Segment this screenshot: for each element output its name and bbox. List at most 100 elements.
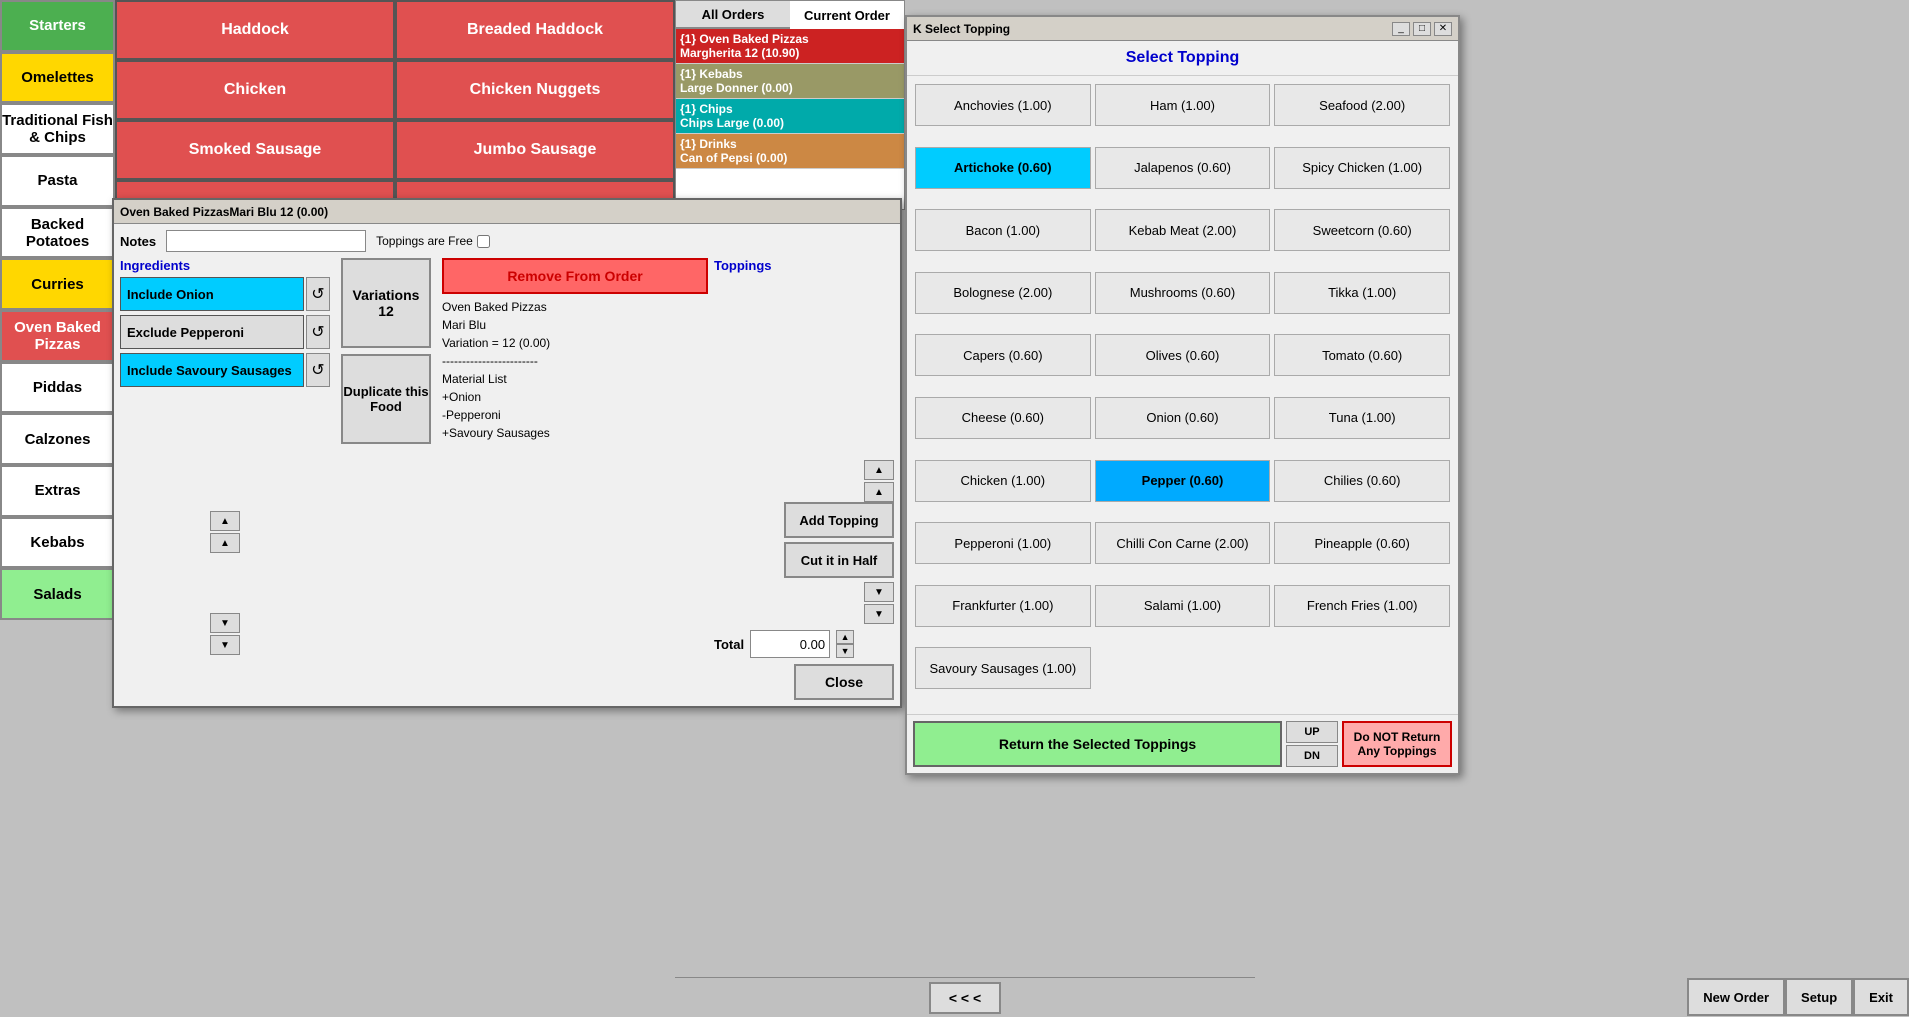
sidebar-item-omelettes[interactable]: Omelettes xyxy=(0,52,115,104)
order-item[interactable]: {1} Drinks Can of Pepsi (0.00) xyxy=(676,134,904,169)
topping-item[interactable]: French Fries (1.00) xyxy=(1274,585,1450,627)
notes-label: Notes xyxy=(120,234,156,249)
topping-item[interactable]: Tomato (0.60) xyxy=(1274,334,1450,376)
sidebar-item-starters[interactable]: Starters xyxy=(0,0,115,52)
ingredient-swap-button[interactable]: ↺ xyxy=(306,277,330,311)
topping-item[interactable]: Tikka (1.00) xyxy=(1274,272,1450,314)
setup-button[interactable]: Setup xyxy=(1785,978,1853,1016)
scroll-up-btn2[interactable]: ▲ xyxy=(210,533,240,553)
topping-item[interactable]: Kebab Meat (2.00) xyxy=(1095,209,1271,251)
return-selected-toppings-button[interactable]: Return the Selected Toppings xyxy=(913,721,1282,767)
topping-scroll-up[interactable]: ▲ xyxy=(864,460,894,480)
new-order-button[interactable]: New Order xyxy=(1687,978,1785,1016)
topping-item[interactable]: Spicy Chicken (1.00) xyxy=(1274,147,1450,189)
ingredient-item: Exclude Pepperoni↺ xyxy=(120,315,330,349)
duplicate-food-button[interactable]: Duplicate this Food xyxy=(341,354,431,444)
sidebar-item-calzones[interactable]: Calzones xyxy=(0,413,115,465)
remove-from-order-button[interactable]: Remove From Order xyxy=(442,258,708,294)
ingredient-button[interactable]: Exclude Pepperoni xyxy=(120,315,304,349)
topping-item[interactable]: Savoury Sausages (1.00) xyxy=(915,647,1091,689)
total-increment-button[interactable]: ▲ xyxy=(836,630,854,644)
topping-item[interactable]: Chilies (0.60) xyxy=(1274,460,1450,502)
order-item[interactable]: {1} Chips Chips Large (0.00) xyxy=(676,99,904,134)
topping-item[interactable]: Ham (1.00) xyxy=(1095,84,1271,126)
sidebar-item-oven-baked-pizzas[interactable]: Oven Baked Pizzas xyxy=(0,310,115,362)
sidebar-item-backed-potatoes[interactable]: Backed Potatoes xyxy=(0,207,115,259)
topping-item[interactable]: Onion (0.60) xyxy=(1095,397,1271,439)
topping-item[interactable]: Pepperoni (1.00) xyxy=(915,522,1091,564)
topping-item[interactable]: Anchovies (1.00) xyxy=(915,84,1091,126)
variations-box[interactable]: Variations 12 xyxy=(341,258,431,348)
sidebar-item-extras[interactable]: Extras xyxy=(0,465,115,517)
topping-dn-button[interactable]: DN xyxy=(1286,745,1338,767)
close-topping-dialog-button[interactable]: ✕ xyxy=(1434,22,1452,36)
sidebar-item-traditional-fish-&-chips[interactable]: Traditional Fish & Chips xyxy=(0,103,115,155)
food-item-chicken-nuggets[interactable]: Chicken Nuggets xyxy=(395,60,675,120)
nav-back-button[interactable]: < < < xyxy=(929,982,1001,1014)
topping-item[interactable]: Tuna (1.00) xyxy=(1274,397,1450,439)
order-panel: All Orders Current Order {1} Oven Baked … xyxy=(675,0,905,210)
toppings-free-label: Toppings are Free xyxy=(376,234,473,248)
tab-current-order[interactable]: Current Order xyxy=(790,1,904,29)
select-topping-header: Select Topping xyxy=(907,41,1458,76)
topping-item[interactable]: Jalapenos (0.60) xyxy=(1095,147,1271,189)
topping-up-button[interactable]: UP xyxy=(1286,721,1338,743)
order-item[interactable]: {1} Oven Baked Pizzas Margherita 12 (10.… xyxy=(676,29,904,64)
ingredient-swap-button[interactable]: ↺ xyxy=(306,315,330,349)
topping-item[interactable]: Frankfurter (1.00) xyxy=(915,585,1091,627)
food-item-chicken[interactable]: Chicken xyxy=(115,60,395,120)
topping-item[interactable]: Pineapple (0.60) xyxy=(1274,522,1450,564)
sidebar: StartersOmelettesTraditional Fish & Chip… xyxy=(0,0,115,620)
sidebar-item-curries[interactable]: Curries xyxy=(0,258,115,310)
close-dialog-button[interactable]: Close xyxy=(794,664,894,700)
food-item-jumbo-sausage[interactable]: Jumbo Sausage xyxy=(395,120,675,180)
topping-item[interactable]: Artichoke (0.60) xyxy=(915,147,1091,189)
ingredient-swap-button[interactable]: ↺ xyxy=(306,353,330,387)
toppings-list xyxy=(714,277,894,456)
sidebar-item-piddas[interactable]: Piddas xyxy=(0,362,115,414)
topping-item[interactable]: Seafood (2.00) xyxy=(1274,84,1450,126)
topping-item[interactable]: Sweetcorn (0.60) xyxy=(1274,209,1450,251)
topping-item[interactable]: Mushrooms (0.60) xyxy=(1095,272,1271,314)
topping-bottom-bar: Return the Selected Toppings UP DN Do NO… xyxy=(907,714,1458,773)
topping-item[interactable]: Cheese (0.60) xyxy=(915,397,1091,439)
topping-item[interactable]: Olives (0.60) xyxy=(1095,334,1271,376)
food-item-breaded-haddock[interactable]: Breaded Haddock xyxy=(395,0,675,60)
total-input[interactable] xyxy=(750,630,830,658)
food-order-dialog: Oven Baked PizzasMari Blu 12 (0.00) Note… xyxy=(112,198,902,708)
topping-scroll-down2[interactable]: ▼ xyxy=(864,604,894,624)
total-decrement-button[interactable]: ▼ xyxy=(836,644,854,658)
order-item[interactable]: {1} Kebabs Large Donner (0.00) xyxy=(676,64,904,99)
minimize-button[interactable]: _ xyxy=(1392,22,1410,36)
tab-all-orders[interactable]: All Orders xyxy=(676,1,790,29)
exit-button[interactable]: Exit xyxy=(1853,978,1909,1016)
food-item-smoked-sausage[interactable]: Smoked Sausage xyxy=(115,120,395,180)
sidebar-item-salads[interactable]: Salads xyxy=(0,568,115,620)
scroll-down-btn[interactable]: ▼ xyxy=(210,613,240,633)
ingredient-button[interactable]: Include Onion xyxy=(120,277,304,311)
variations-count: 12 xyxy=(378,303,394,319)
scroll-down-btn2[interactable]: ▼ xyxy=(210,635,240,655)
topping-item[interactable]: Chicken (1.00) xyxy=(915,460,1091,502)
notes-input[interactable] xyxy=(166,230,366,252)
no-return-toppings-button[interactable]: Do NOT Return Any Toppings xyxy=(1342,721,1452,767)
food-item-haddock[interactable]: Haddock xyxy=(115,0,395,60)
topping-item[interactable]: Capers (0.60) xyxy=(915,334,1091,376)
ingredient-button[interactable]: Include Savoury Sausages xyxy=(120,353,304,387)
maximize-button[interactable]: □ xyxy=(1413,22,1431,36)
add-topping-button[interactable]: Add Topping xyxy=(784,502,894,538)
topping-scroll-down[interactable]: ▼ xyxy=(864,582,894,602)
scroll-up-btn[interactable]: ▲ xyxy=(210,511,240,531)
topping-item[interactable]: Bacon (1.00) xyxy=(915,209,1091,251)
topping-scroll-up2[interactable]: ▲ xyxy=(864,482,894,502)
topping-item[interactable]: Salami (1.00) xyxy=(1095,585,1271,627)
toppings-free-checkbox[interactable] xyxy=(477,235,490,248)
cut-in-half-button[interactable]: Cut it in Half xyxy=(784,542,894,578)
topping-item[interactable]: Chilli Con Carne (2.00) xyxy=(1095,522,1271,564)
bottom-navigation-bar: < < < xyxy=(675,977,1255,1017)
topping-item[interactable]: Pepper (0.60) xyxy=(1095,460,1271,502)
topping-item[interactable]: Bolognese (2.00) xyxy=(915,272,1091,314)
sidebar-item-pasta[interactable]: Pasta xyxy=(0,155,115,207)
select-topping-dialog: K Select Topping _ □ ✕ Select Topping An… xyxy=(905,15,1460,775)
sidebar-item-kebabs[interactable]: Kebabs xyxy=(0,517,115,569)
